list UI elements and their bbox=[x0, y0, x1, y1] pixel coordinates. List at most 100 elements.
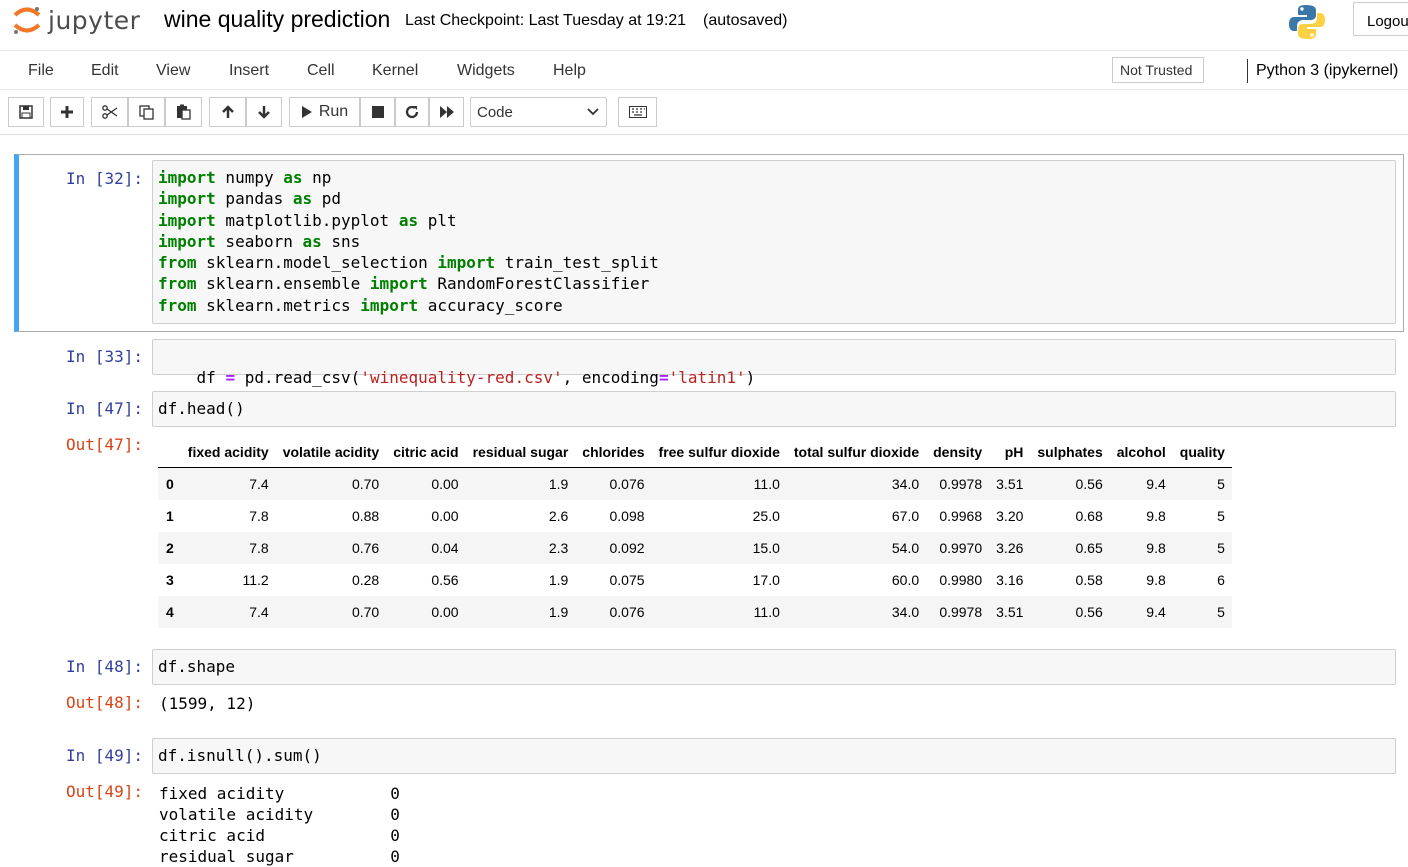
code-editor[interactable]: df.shape bbox=[152, 649, 1396, 685]
table-cell: 7.8 bbox=[249, 540, 269, 556]
table-cell: 9.8 bbox=[1146, 508, 1166, 524]
kernel-indicator[interactable]: Python 3 (ipykernel) bbox=[1256, 62, 1398, 80]
code-line: import seaborn as sns bbox=[158, 231, 1390, 252]
table-cell: 0.65 bbox=[1075, 540, 1103, 556]
code-keyword: as bbox=[292, 189, 313, 209]
table-cell: 0.9968 bbox=[939, 508, 983, 524]
column-header: density bbox=[926, 437, 990, 468]
code-keyword: from bbox=[158, 295, 197, 315]
code-editor[interactable]: import numpy as np import pandas as pd imp… bbox=[152, 160, 1396, 324]
table-cell: 1.9 bbox=[548, 572, 569, 588]
code-keyword: import bbox=[158, 168, 216, 187]
code-token: seaborn bbox=[215, 231, 303, 251]
table-cell: 11.0 bbox=[753, 476, 780, 492]
jupyter-logo-icon bbox=[13, 7, 41, 34]
table-cell: 0.70 bbox=[351, 476, 380, 492]
keyboard-icon bbox=[628, 106, 647, 118]
code-editor[interactable]: df = pd.read_csv('winequality-red.csv', … bbox=[152, 339, 1396, 387]
code-editor[interactable]: df.head() bbox=[152, 391, 1396, 427]
menu-kernel[interactable]: Kernel bbox=[372, 62, 418, 80]
restart-icon bbox=[405, 105, 419, 119]
logout-button[interactable]: Logout bbox=[1353, 2, 1408, 36]
menu-edit[interactable]: Edit bbox=[91, 62, 119, 80]
table-cell: 0.9978 bbox=[939, 476, 983, 492]
table-cell: 0.56 bbox=[1075, 604, 1103, 620]
input-prompt: In [49]: bbox=[65, 746, 143, 765]
column-header: citric acid bbox=[386, 437, 466, 468]
table-cell: 0.70 bbox=[351, 604, 380, 620]
menu-help[interactable]: Help bbox=[553, 62, 586, 80]
table-cell: 60.0 bbox=[891, 572, 920, 588]
menu-view[interactable]: View bbox=[156, 62, 190, 80]
code-token: np bbox=[302, 168, 332, 187]
table-cell: 0.075 bbox=[609, 572, 645, 588]
insert-cell-button[interactable] bbox=[50, 97, 84, 127]
table-row: 3 11.2 0.28 0.56 1.9 0.075 17.0 60.0 0.9980 3.16 0… bbox=[158, 564, 1232, 596]
row-index: 1 bbox=[166, 508, 174, 524]
table-cell: 1.9 bbox=[548, 476, 569, 492]
column-header: sulphates bbox=[1030, 437, 1110, 468]
move-up-button[interactable] bbox=[209, 97, 246, 127]
code-token: pd bbox=[312, 189, 342, 209]
cut-button[interactable] bbox=[91, 97, 128, 127]
column-header: total sulfur dioxide bbox=[786, 437, 927, 468]
code-keyword: from bbox=[158, 253, 197, 273]
cell-type-select[interactable]: Code bbox=[470, 97, 607, 127]
menu-cell[interactable]: Cell bbox=[307, 62, 335, 80]
paste-button[interactable] bbox=[165, 97, 202, 127]
table-cell: 9.8 bbox=[1146, 540, 1166, 556]
table-cell: 0.56 bbox=[431, 572, 459, 588]
table-cell: 25.0 bbox=[752, 508, 780, 524]
table-cell: 17.0 bbox=[752, 572, 780, 588]
code-token: plt bbox=[418, 210, 457, 230]
column-header: residual sugar bbox=[465, 437, 576, 468]
restart-run-all-button[interactable] bbox=[429, 97, 464, 127]
table-cell: 0.00 bbox=[431, 508, 459, 524]
code-string: 'latin1' bbox=[668, 368, 746, 388]
copy-button[interactable] bbox=[128, 97, 165, 127]
table-row: 1 7.8 0.88 0.00 2.6 0.098 25.0 67.0 0.9968 3.20 0.… bbox=[158, 500, 1232, 532]
menu-widgets[interactable]: Widgets bbox=[457, 62, 515, 80]
table-cell: 0.00 bbox=[431, 604, 459, 620]
code-token: accuracy_score bbox=[418, 295, 563, 315]
move-down-button[interactable] bbox=[246, 97, 282, 127]
not-trusted-button[interactable]: Not Trusted bbox=[1112, 57, 1204, 83]
command-palette-button[interactable] bbox=[618, 97, 657, 127]
save-button[interactable] bbox=[8, 97, 44, 127]
play-icon bbox=[301, 106, 312, 118]
logo-text: jupyter bbox=[48, 5, 141, 35]
table-cell: 0.092 bbox=[609, 540, 645, 556]
code-token: sklearn.metrics bbox=[196, 295, 361, 315]
menu-file[interactable]: File bbox=[28, 62, 54, 80]
table-cell: 0.00 bbox=[431, 476, 459, 492]
output-prompt: Out[47]: bbox=[65, 435, 143, 454]
jupyter-logo[interactable]: jupyter bbox=[12, 5, 140, 35]
table-cell: 54.0 bbox=[891, 540, 920, 556]
menu-insert[interactable]: Insert bbox=[229, 62, 269, 80]
scissors-icon bbox=[101, 105, 117, 119]
code-keyword: import bbox=[158, 210, 216, 230]
run-label: Run bbox=[318, 103, 349, 120]
run-button[interactable]: Run bbox=[289, 97, 360, 127]
code-editor[interactable]: df.isnull().sum() bbox=[152, 738, 1396, 774]
code-line: import numpy as np bbox=[158, 167, 1390, 188]
notebook-title[interactable]: wine quality prediction bbox=[164, 6, 390, 33]
table-cell: 0.88 bbox=[351, 508, 380, 524]
arrow-up-icon bbox=[221, 105, 234, 118]
code-line: from sklearn.model_selection import trai… bbox=[158, 252, 1390, 273]
table-cell: 7.8 bbox=[249, 508, 269, 524]
table-cell: 7.4 bbox=[249, 476, 269, 492]
table-cell: 2.3 bbox=[548, 540, 569, 556]
autosave-status: (autosaved) bbox=[703, 12, 788, 29]
interrupt-button[interactable] bbox=[360, 97, 395, 127]
table-cell: 15.0 bbox=[752, 540, 780, 556]
code-token: df bbox=[196, 368, 226, 388]
output-text: (1599, 12) bbox=[159, 694, 256, 713]
table-row: 0 7.4 0.70 0.00 1.9 0.076 11.0 34.0 0.9978 3.51 0.… bbox=[158, 467, 1232, 500]
code-token: , encoding bbox=[562, 368, 659, 388]
table-cell: 0.28 bbox=[351, 572, 380, 588]
code-keyword: as bbox=[398, 210, 419, 230]
restart-button[interactable] bbox=[395, 97, 429, 127]
input-prompt: In [47]: bbox=[65, 399, 143, 418]
code-keyword: import bbox=[369, 274, 428, 294]
